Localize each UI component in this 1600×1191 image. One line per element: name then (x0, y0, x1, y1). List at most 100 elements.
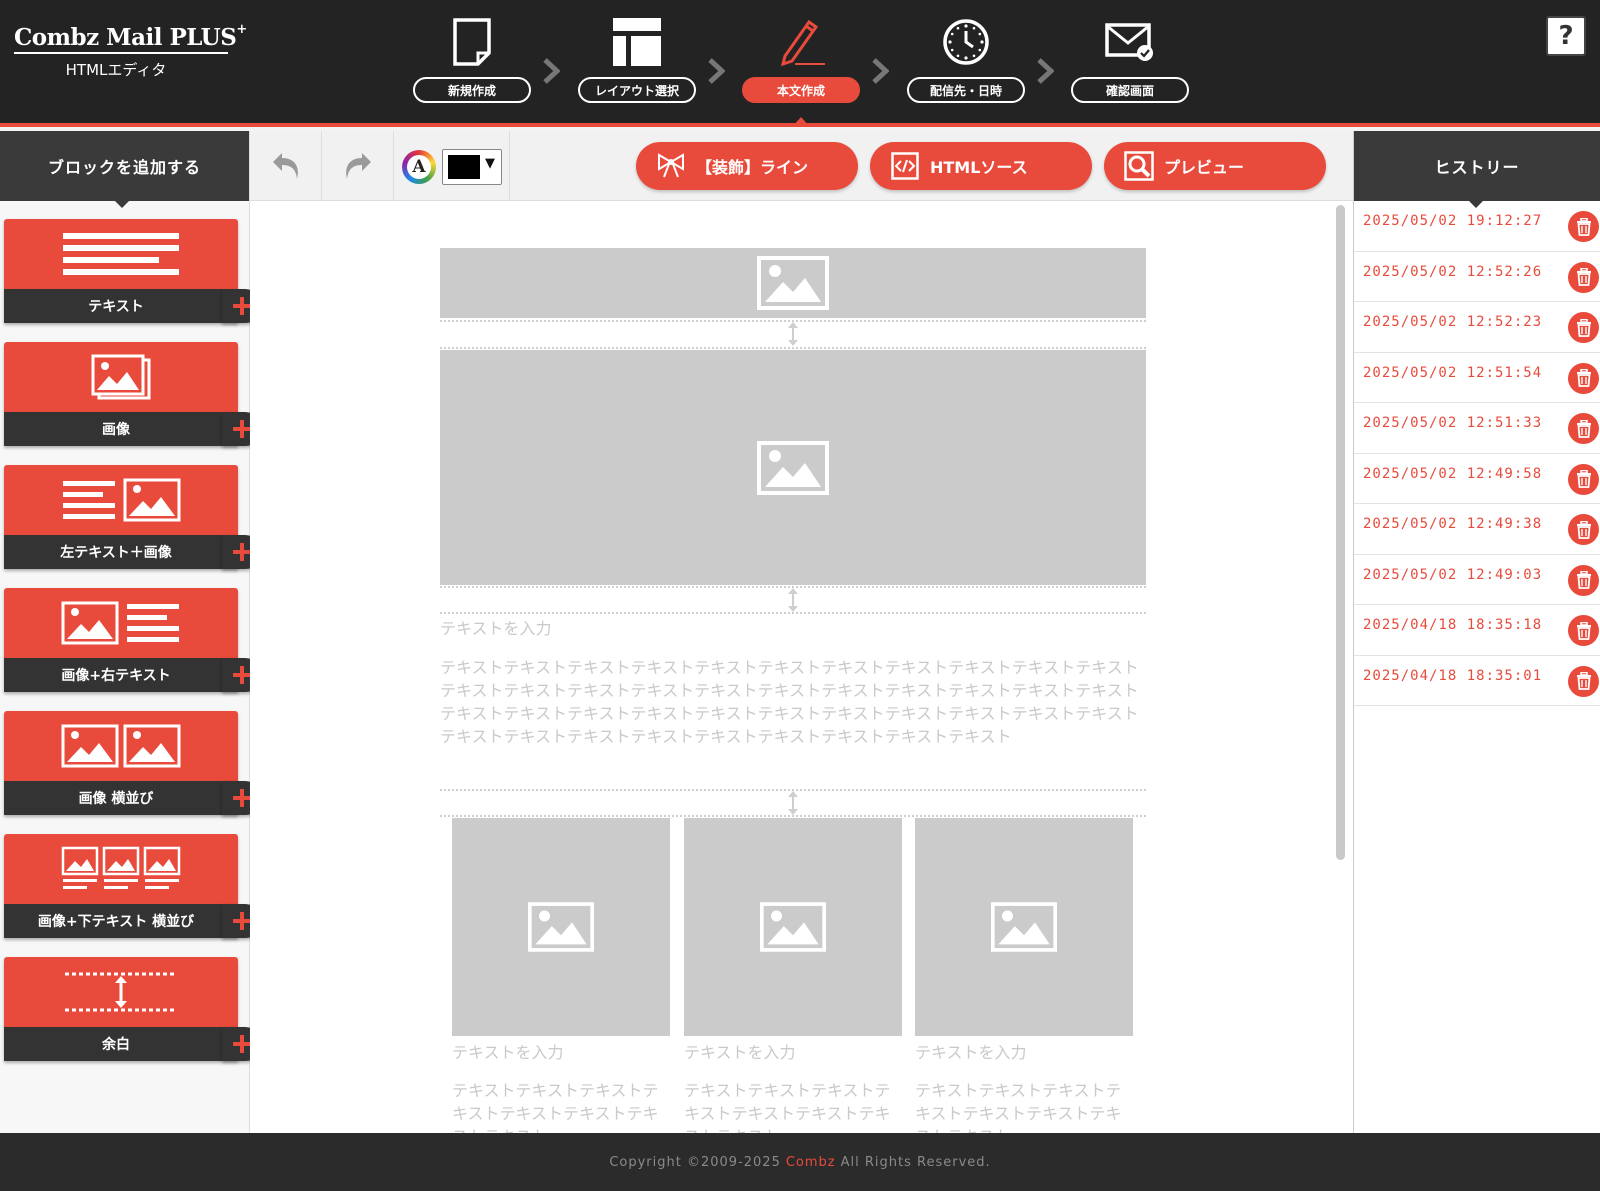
trash-icon (1576, 520, 1591, 539)
history-timestamp[interactable]: 2025/04/18 18:35:18 (1363, 617, 1542, 633)
code-icon (890, 151, 920, 181)
color-swatch (448, 155, 480, 179)
history-timestamp[interactable]: 2025/05/02 12:49:38 (1363, 516, 1542, 532)
spacer-bottom-line (440, 815, 1146, 817)
app-footer: Copyright ©2009-2025 Combz All Rights Re… (0, 1133, 1600, 1191)
column-body-placeholder[interactable]: テキストテキストテキストテキストテキストテキストテキストテキスト (915, 1079, 1133, 1133)
column-body-placeholder[interactable]: テキストテキストテキストテキストテキストテキストテキストテキスト (452, 1079, 670, 1133)
block-label: 画像+下テキスト 横並び (4, 904, 238, 938)
column-body-placeholder[interactable]: テキストテキストテキストテキストテキストテキストテキストテキスト (684, 1079, 902, 1133)
text-heading-placeholder[interactable]: テキストを入力 (440, 615, 552, 639)
email-canvas: テキストを入力 テキストテキストテキストテキストテキストテキストテキストテキスト… (250, 201, 1353, 1133)
block-image[interactable]: 画像 (4, 342, 262, 446)
delete-history-button[interactable] (1568, 413, 1599, 444)
trash-icon (1576, 318, 1591, 337)
editor-toolbar: A ▼ 【装飾】ライン HTMLソース プレビュー (250, 131, 1353, 201)
chevron-right-icon (872, 58, 889, 84)
history-timestamp[interactable]: 2025/05/02 19:12:27 (1363, 213, 1542, 229)
canvas-scrollbar[interactable] (1336, 205, 1346, 1129)
history-item[interactable]: 2025/05/02 12:51:33 (1354, 403, 1600, 454)
image-placeholder-icon (757, 440, 829, 495)
image-placeholder[interactable] (684, 818, 902, 1036)
step-compose[interactable]: 本文作成 (742, 14, 860, 104)
trash-icon (1576, 470, 1591, 488)
history-timestamp[interactable]: 2025/05/02 12:49:58 (1363, 466, 1542, 482)
app-header: Combz Mail PLUS+ HTMLエディタ 新規作成 レイアウト選択 本… (0, 0, 1600, 127)
delete-history-button[interactable] (1568, 564, 1599, 596)
delete-history-button[interactable] (1568, 665, 1599, 697)
redo-button[interactable] (322, 131, 394, 201)
app-logo: Combz Mail PLUS+ HTMLエディタ (14, 22, 247, 80)
spacer-resize-icon[interactable] (787, 790, 799, 816)
chevron-right-icon (1037, 58, 1054, 84)
image-placeholder[interactable] (440, 248, 1146, 318)
history-timestamp[interactable]: 2025/05/02 12:51:54 (1363, 365, 1542, 381)
block-palette: ブロックを追加する テキスト 画像 左テキスト＋画像 画像+右テキスト 画像 横… (0, 131, 262, 1133)
button-label: HTMLソース (930, 158, 1028, 177)
block-text-image[interactable]: 左テキスト＋画像 (4, 465, 262, 569)
html-source-button[interactable]: HTMLソース (870, 142, 1092, 190)
block-text[interactable]: テキスト (4, 219, 262, 323)
column-heading-placeholder[interactable]: テキストを入力 (915, 1039, 1027, 1063)
text-body-placeholder[interactable]: テキストテキストテキストテキストテキストテキストテキストテキストテキストテキスト… (440, 656, 1146, 748)
pencil-icon (771, 14, 831, 70)
history-timestamp[interactable]: 2025/05/02 12:52:26 (1363, 264, 1542, 280)
text-color-icon[interactable]: A (402, 150, 436, 184)
history-item[interactable]: 2025/05/02 12:51:54 (1354, 353, 1600, 403)
decoration-line-button[interactable]: 【装飾】ライン (636, 142, 858, 190)
undo-icon (272, 153, 298, 179)
mail-check-icon (1100, 14, 1160, 70)
image-placeholder[interactable] (452, 818, 670, 1036)
logo-title: Combz Mail PLUS+ (14, 22, 247, 54)
history-timestamp[interactable]: 2025/05/02 12:52:23 (1363, 314, 1542, 330)
history-timestamp[interactable]: 2025/04/18 18:35:01 (1363, 668, 1542, 684)
history-item[interactable]: 2025/05/02 12:52:26 (1354, 252, 1600, 302)
color-picker-select[interactable]: ▼ (442, 149, 502, 185)
delete-history-button[interactable] (1568, 362, 1599, 394)
history-timestamp[interactable]: 2025/05/02 12:51:33 (1363, 415, 1542, 431)
logo-subtitle: HTMLエディタ (65, 61, 167, 79)
delete-history-button[interactable] (1568, 463, 1599, 495)
history-item[interactable]: 2025/05/02 12:49:38 (1354, 504, 1600, 555)
redo-icon (345, 153, 371, 179)
trash-icon (1576, 419, 1591, 438)
delete-history-button[interactable] (1568, 211, 1599, 242)
block-label: 余白 (4, 1027, 238, 1061)
history-item[interactable]: 2025/05/02 12:52:23 (1354, 302, 1600, 353)
block-image-text[interactable]: 画像+右テキスト (4, 588, 262, 692)
block-two-images[interactable]: 画像 横並び (4, 711, 262, 815)
delete-history-button[interactable] (1568, 615, 1599, 646)
undo-button[interactable] (250, 131, 322, 201)
step-layout[interactable]: レイアウト選択 (578, 14, 696, 104)
spacer-resize-icon[interactable] (787, 587, 799, 613)
chevron-right-icon (543, 58, 560, 84)
delete-history-button[interactable] (1568, 261, 1599, 293)
block-spacer[interactable]: 余白 (4, 957, 262, 1061)
history-item[interactable]: 2025/05/02 19:12:27 (1354, 201, 1600, 252)
history-timestamp[interactable]: 2025/05/02 12:49:03 (1363, 567, 1542, 583)
step-new[interactable]: 新規作成 (413, 14, 531, 104)
history-item[interactable]: 2025/04/18 18:35:01 (1354, 656, 1600, 706)
history-item[interactable]: 2025/05/02 12:49:58 (1354, 454, 1600, 504)
step-schedule[interactable]: 配信先・日時 (907, 14, 1025, 104)
history-panel: ヒストリー 2025/05/02 19:12:27 2025/05/02 12:… (1353, 131, 1600, 1133)
image-placeholder[interactable] (440, 350, 1146, 585)
column-heading-placeholder[interactable]: テキストを入力 (452, 1039, 564, 1063)
help-button[interactable]: ? (1546, 16, 1586, 56)
history-item[interactable]: 2025/04/18 18:35:18 (1354, 605, 1600, 656)
scrollbar-thumb[interactable] (1336, 205, 1345, 860)
history-item[interactable]: 2025/05/02 12:49:03 (1354, 555, 1600, 605)
history-title: ヒストリー (1354, 131, 1600, 208)
spacer-resize-icon[interactable] (787, 321, 799, 347)
chevron-right-icon (708, 58, 725, 84)
plus-icon (233, 789, 251, 807)
step-confirm[interactable]: 確認画面 (1071, 14, 1189, 104)
delete-history-button[interactable] (1568, 514, 1599, 545)
preview-button[interactable]: プレビュー (1104, 142, 1326, 190)
column-heading-placeholder[interactable]: テキストを入力 (684, 1039, 796, 1063)
step-label: 確認画面 (1071, 77, 1189, 103)
two-images-icon (4, 711, 238, 781)
image-placeholder[interactable] (915, 818, 1133, 1036)
block-three-images-text[interactable]: 画像+下テキスト 横並び (4, 834, 262, 938)
delete-history-button[interactable] (1568, 312, 1599, 343)
